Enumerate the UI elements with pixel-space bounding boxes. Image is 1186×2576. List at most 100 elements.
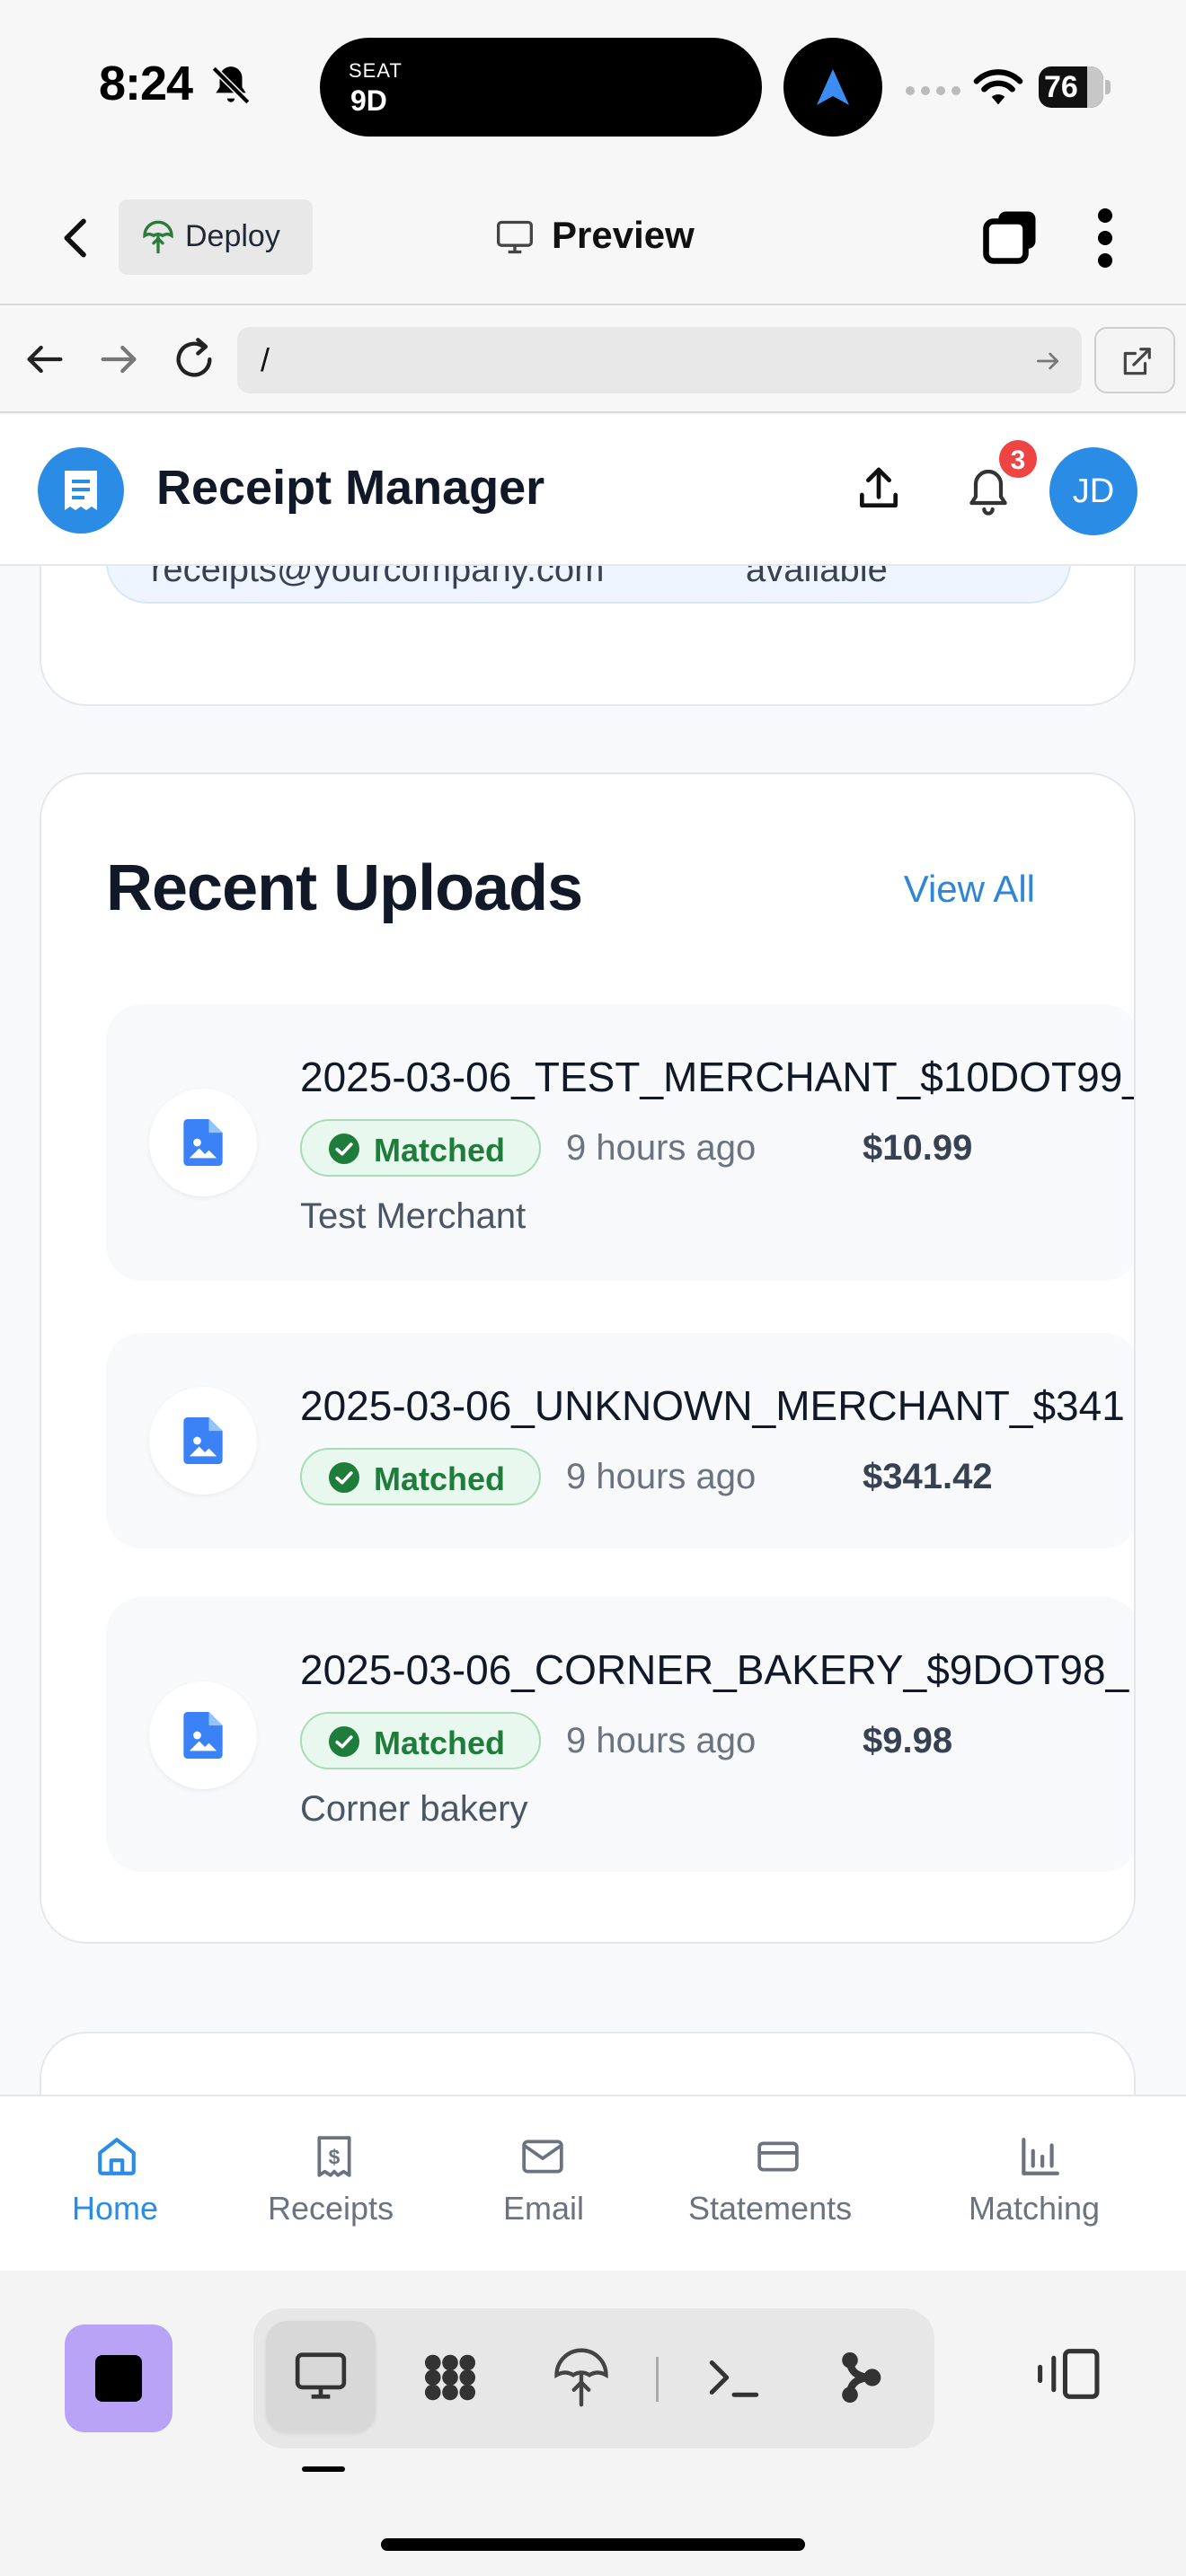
nav-label: Matching bbox=[969, 2190, 1101, 2227]
avatar-initials: JD bbox=[1072, 472, 1115, 510]
wifi-icon bbox=[973, 69, 1023, 105]
merchant-name: Corner bakery bbox=[300, 1789, 528, 1829]
check-circle-icon bbox=[329, 1462, 359, 1493]
file-icon-circle bbox=[149, 1089, 257, 1196]
merchant-name: Test Merchant bbox=[300, 1196, 527, 1236]
navigation-activity bbox=[783, 38, 882, 137]
check-circle-icon bbox=[329, 1726, 359, 1757]
refresh-icon[interactable] bbox=[171, 336, 217, 383]
browser-forward-icon[interactable] bbox=[95, 336, 142, 383]
upload-amount: $341.42 bbox=[863, 1457, 993, 1496]
mail-icon bbox=[522, 2139, 563, 2174]
notification-count: 3 bbox=[1010, 446, 1026, 475]
receipt-icon: $ bbox=[317, 2136, 351, 2177]
url-text: / bbox=[261, 341, 270, 378]
nav-label: Statements bbox=[688, 2190, 853, 2227]
more-options-icon[interactable] bbox=[1087, 207, 1123, 269]
bar-chart-icon bbox=[1022, 2138, 1059, 2175]
image-file-icon bbox=[183, 1712, 223, 1759]
status-badge: Matched bbox=[300, 1448, 541, 1505]
upload-amount: $9.98 bbox=[863, 1721, 953, 1760]
status-bar: 8:24 SEAT 9D 76 bbox=[0, 0, 1186, 171]
home-icon bbox=[98, 2138, 136, 2175]
nav-tab-home[interactable]: Home bbox=[54, 2096, 180, 2272]
open-external-button[interactable] bbox=[1094, 327, 1175, 393]
bell-slash-icon bbox=[211, 66, 251, 105]
external-link-icon bbox=[1123, 348, 1151, 375]
file-icon-circle bbox=[149, 1387, 257, 1495]
seat-label: SEAT bbox=[349, 59, 403, 82]
nav-tab-matching[interactable]: Matching bbox=[952, 2096, 1123, 2272]
nav-tab-statements[interactable]: Statements bbox=[674, 2096, 881, 2272]
status-badge: Matched bbox=[300, 1712, 541, 1769]
active-tool-indicator bbox=[302, 2466, 345, 2472]
signal-dots-icon bbox=[906, 86, 960, 95]
svg-text:$: $ bbox=[329, 2145, 341, 2168]
git-branch-icon[interactable] bbox=[828, 2348, 891, 2407]
view-all-link[interactable]: View All bbox=[904, 868, 1035, 911]
apps-grid-icon[interactable] bbox=[419, 2348, 482, 2407]
recent-uploads-card: Recent Uploads View All 2025-03-06_TEST_… bbox=[40, 772, 1136, 1944]
status-badge: Matched bbox=[300, 1119, 541, 1177]
avatar[interactable]: JD bbox=[1049, 447, 1137, 535]
stop-button[interactable] bbox=[65, 2325, 173, 2432]
bottom-nav: Home $ Receipts Email Statements Matchin… bbox=[0, 2095, 1186, 2271]
browser-back-icon[interactable] bbox=[22, 336, 68, 383]
app-header: Deploy Preview bbox=[0, 171, 1186, 305]
image-file-icon bbox=[183, 1119, 223, 1166]
battery-indicator: 76 bbox=[1039, 66, 1111, 108]
receipt-logo-icon bbox=[65, 471, 97, 510]
file-icon-circle bbox=[149, 1681, 257, 1789]
monitor-icon bbox=[295, 2352, 347, 2399]
back-chevron-icon[interactable] bbox=[52, 210, 102, 266]
upload-icon[interactable] bbox=[854, 463, 904, 514]
check-circle-icon bbox=[329, 1134, 359, 1164]
upload-time: 9 hours ago bbox=[566, 1128, 757, 1168]
app-logo[interactable] bbox=[38, 447, 124, 534]
deploy-label: Deploy bbox=[185, 219, 280, 253]
upload-item[interactable]: 2025-03-06_CORNER_BAKERY_$9DOT98_ Matche… bbox=[106, 1597, 1134, 1872]
stop-icon bbox=[95, 2355, 142, 2402]
nav-label: Home bbox=[72, 2190, 159, 2227]
status-label: Matched bbox=[374, 1725, 506, 1761]
next-section-card bbox=[40, 2032, 1136, 2095]
home-indicator bbox=[381, 2538, 805, 2551]
nav-label: Email bbox=[503, 2190, 585, 2227]
page-content: receipts@yourcompany.com available Recen… bbox=[0, 415, 1186, 2095]
tool-dock bbox=[0, 2271, 1186, 2576]
receipt-manager-header: Receipt Manager 3 JD bbox=[0, 415, 1186, 566]
status-label: Matched bbox=[374, 1132, 506, 1169]
upload-item[interactable]: 2025-03-06_TEST_MERCHANT_$10DOT99_ Match… bbox=[106, 1004, 1136, 1281]
battery-level: 76 bbox=[1044, 70, 1078, 104]
url-input[interactable]: / bbox=[237, 327, 1082, 393]
nav-tab-email[interactable]: Email bbox=[485, 2096, 602, 2272]
notification-badge: 3 bbox=[996, 437, 1040, 481]
deploy-icon[interactable] bbox=[550, 2348, 613, 2407]
preview-label: Preview bbox=[552, 214, 695, 256]
status-time: 8:24 bbox=[99, 57, 193, 110]
file-name: 2025-03-06_TEST_MERCHANT_$10DOT99_ bbox=[300, 1054, 1136, 1100]
image-file-icon bbox=[183, 1417, 223, 1464]
credit-card-icon bbox=[757, 2141, 799, 2172]
tabs-switcher-icon[interactable] bbox=[981, 207, 1040, 266]
upload-time: 9 hours ago bbox=[566, 1457, 757, 1496]
nav-label: Receipts bbox=[268, 2190, 394, 2227]
deploy-button[interactable]: Deploy bbox=[119, 199, 313, 275]
terminal-icon[interactable] bbox=[703, 2348, 766, 2407]
tool-divider bbox=[656, 2357, 659, 2402]
seat-value: 9D bbox=[350, 84, 387, 117]
deploy-icon bbox=[143, 220, 173, 254]
upload-item[interactable]: 2025-03-06_UNKNOWN_MERCHANT_$341 Matched… bbox=[106, 1333, 1134, 1548]
navigation-arrow-icon bbox=[817, 69, 849, 105]
tool-preview-button[interactable] bbox=[266, 2321, 376, 2432]
go-arrow-icon[interactable] bbox=[1033, 347, 1062, 375]
tool-switcher bbox=[253, 2308, 934, 2448]
recent-uploads-title: Recent Uploads bbox=[106, 852, 583, 924]
browser-toolbar: / bbox=[0, 307, 1186, 413]
panel-toggle-icon[interactable] bbox=[1033, 2346, 1102, 2402]
nav-tab-receipts[interactable]: $ Receipts bbox=[255, 2096, 413, 2272]
monitor-icon bbox=[497, 220, 533, 254]
file-name: 2025-03-06_CORNER_BAKERY_$9DOT98_ bbox=[300, 1646, 1129, 1693]
file-name: 2025-03-06_UNKNOWN_MERCHANT_$341 bbox=[300, 1382, 1125, 1429]
dynamic-island: SEAT 9D bbox=[320, 38, 762, 137]
